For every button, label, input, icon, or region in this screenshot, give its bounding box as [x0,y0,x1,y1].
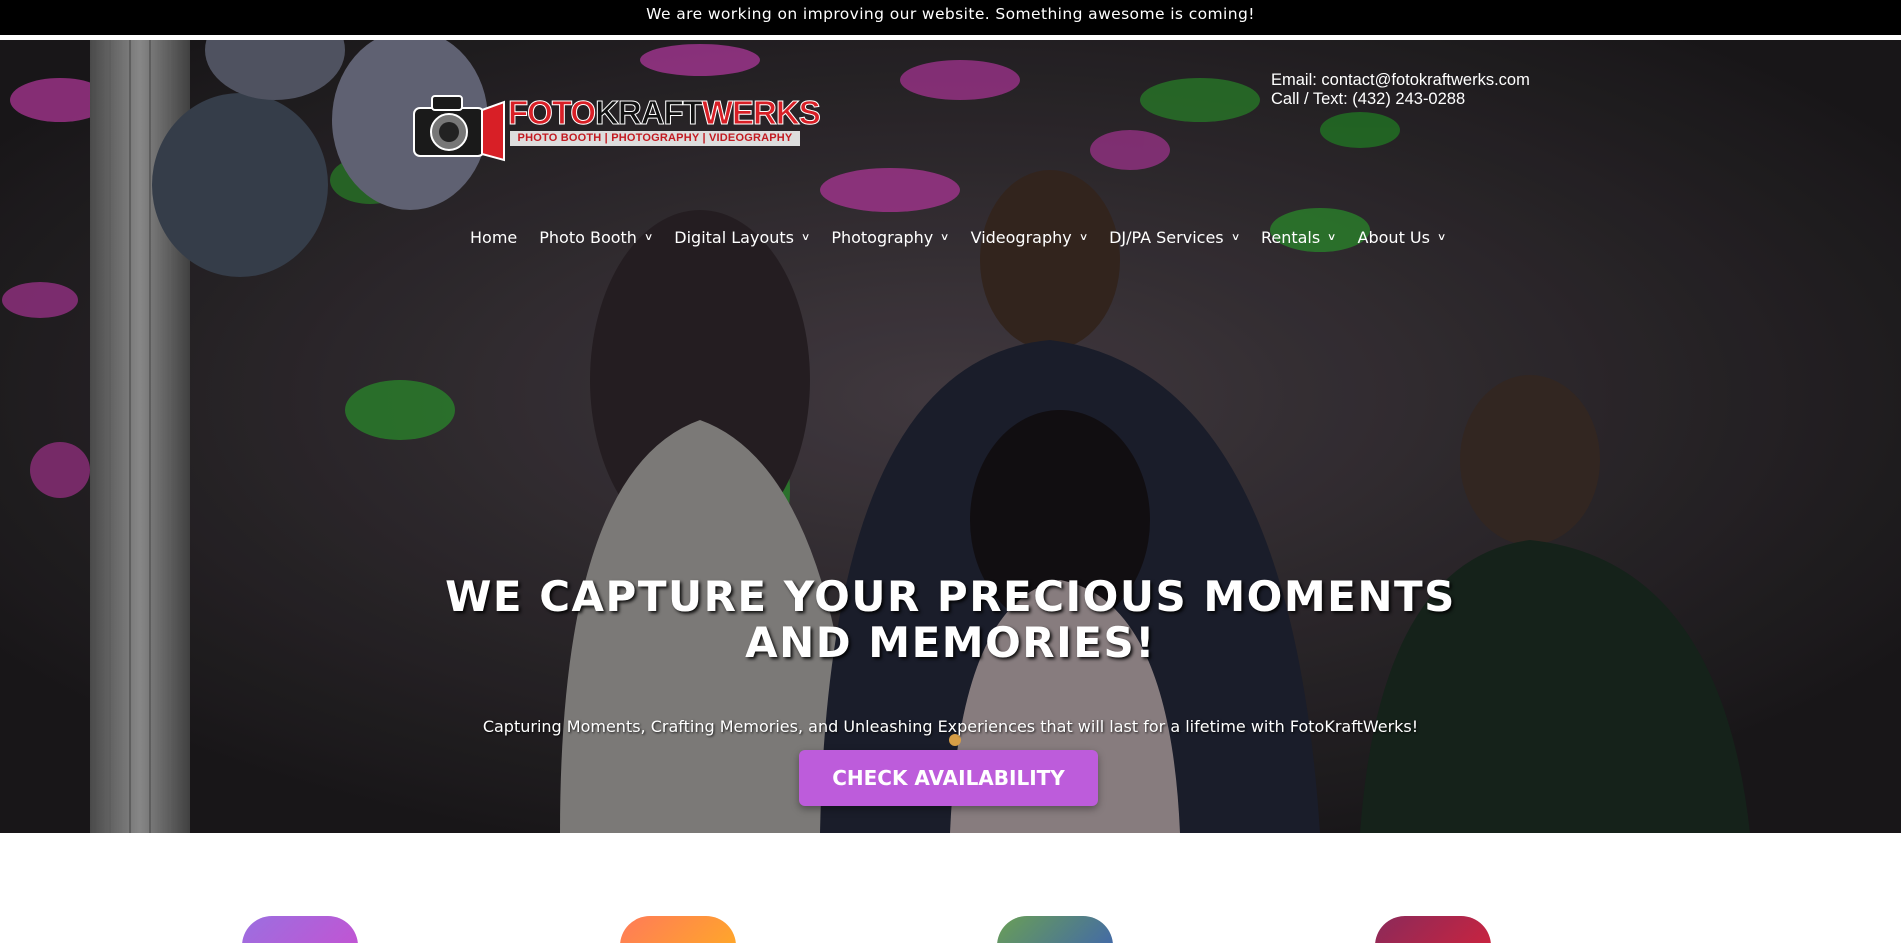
nav-item-photo-booth[interactable]: Photo Booth ∨ [539,228,654,247]
chevron-down-icon: ∨ [643,231,654,243]
hero-overlay [0,40,1901,833]
hero-section: FOTOKRAFTWERKS PHOTO BOOTH | PHOTOGRAPHY… [0,40,1901,833]
chevron-down-icon: ∨ [1436,231,1447,243]
site-logo[interactable]: FOTOKRAFTWERKS PHOTO BOOTH | PHOTOGRAPHY… [412,86,821,164]
chevron-down-icon: ∨ [940,231,950,243]
nav-item-rentals[interactable]: Rentals ∨ [1261,228,1337,247]
contact-phone[interactable]: Call / Text: (432) 243-0288 [1271,90,1530,109]
nav-item-digital-layouts[interactable]: Digital Layouts ∨ [674,228,811,247]
contact-info: Email: contact@fotokraftwerks.com Call /… [1271,71,1530,109]
nav-item-about-us[interactable]: About Us ∨ [1358,228,1447,247]
logo-wordmark: FOTOKRAFTWERKS [507,94,821,131]
chevron-down-icon: ∨ [1078,231,1089,243]
hero-headline: WE CAPTURE YOUR PRECIOUS MOMENTS AND MEM… [445,572,1456,667]
chevron-down-icon: ∨ [800,231,811,243]
logo-tagline: PHOTO BOOTH | PHOTOGRAPHY | VIDEOGRAPHY [510,131,800,146]
feature-icon-green[interactable] [997,916,1113,943]
feature-icon-orange[interactable] [620,916,736,943]
chevron-down-icon: ∨ [1230,231,1241,243]
nav-item-dj-pa-services[interactable]: DJ/PA Services ∨ [1109,228,1241,247]
nav-item-home[interactable]: Home [470,228,517,247]
nav-item-videography[interactable]: Videography ∨ [971,228,1089,247]
announcement-text: We are working on improving our website.… [646,5,1255,23]
main-nav: Home Photo Booth ∨ Digital Layouts ∨ Photo… [470,222,1467,252]
hero-subheadline: Capturing Moments, Crafting Memories, an… [482,717,1419,736]
camera-icon [413,95,505,162]
announcement-bar: We are working on improving our website.… [0,0,1901,35]
nav-item-photography[interactable]: Photography ∨ [831,228,950,247]
chevron-down-icon: ∨ [1327,231,1337,243]
feature-icon-purple[interactable] [242,916,358,943]
contact-email[interactable]: Email: contact@fotokraftwerks.com [1271,71,1530,90]
feature-icon-red[interactable] [1375,916,1491,943]
check-availability-button[interactable]: CHECK AVAILABILITY [799,750,1098,806]
